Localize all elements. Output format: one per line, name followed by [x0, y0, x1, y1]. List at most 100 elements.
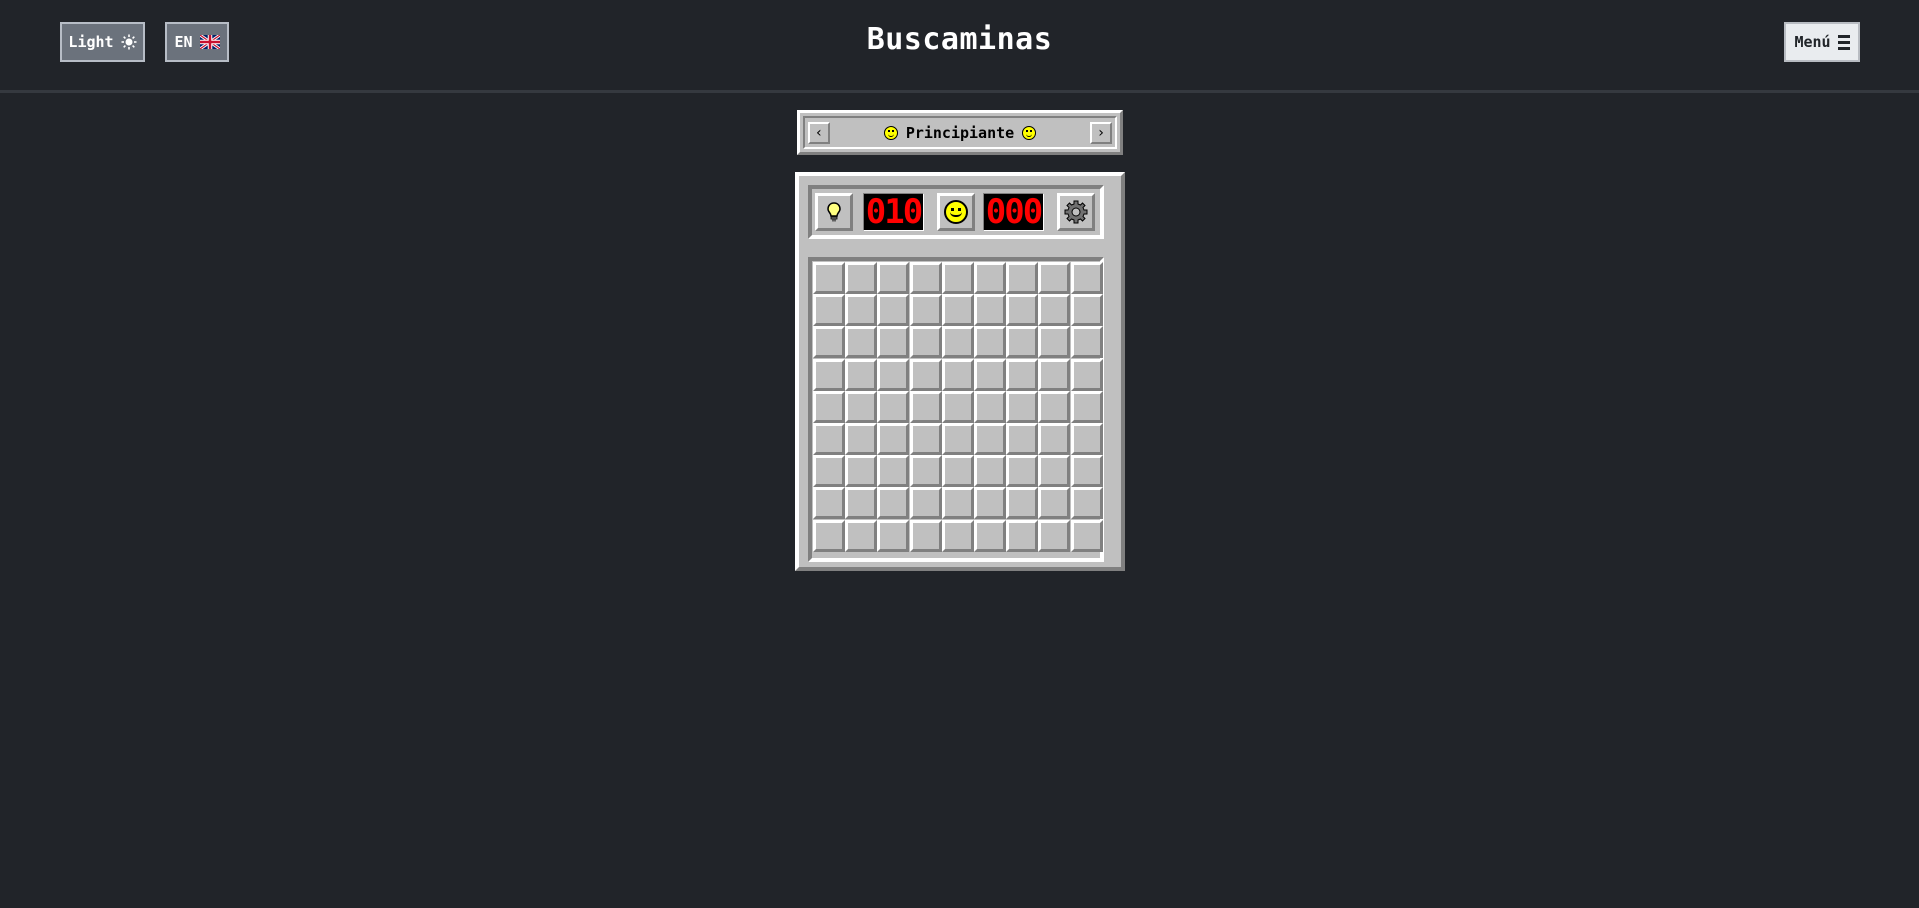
next-difficulty-button[interactable]: › — [1090, 121, 1112, 144]
mine-cell[interactable] — [974, 294, 1006, 327]
mine-cell[interactable] — [1006, 455, 1039, 488]
mine-cell[interactable] — [1038, 390, 1071, 423]
mine-cell[interactable] — [1038, 423, 1071, 455]
mine-cell[interactable] — [909, 262, 942, 294]
mine-cell[interactable] — [1038, 519, 1071, 552]
mine-cell[interactable] — [1006, 358, 1039, 391]
mine-cell[interactable] — [909, 455, 942, 488]
mine-cell[interactable] — [974, 519, 1006, 552]
mine-cell[interactable] — [877, 390, 910, 423]
reset-face-button[interactable] — [937, 193, 975, 231]
difficulty-display: Principiante — [883, 123, 1037, 142]
mine-cell[interactable] — [877, 262, 910, 294]
settings-button[interactable] — [1057, 193, 1095, 231]
mine-cell[interactable] — [1006, 326, 1039, 359]
mine-cell[interactable] — [941, 390, 974, 423]
mine-cell[interactable] — [877, 519, 910, 552]
difficulty-selector: ‹ Principiante › — [797, 110, 1123, 155]
mine-cell[interactable] — [941, 294, 974, 327]
mine-cell[interactable] — [1006, 487, 1039, 520]
mine-cell[interactable] — [974, 423, 1006, 455]
mine-cell[interactable] — [974, 262, 1006, 294]
mine-field — [808, 257, 1104, 562]
mine-cell[interactable] — [813, 487, 845, 520]
mine-cell[interactable] — [813, 455, 845, 488]
mine-cell[interactable] — [845, 294, 878, 327]
mine-cell[interactable] — [974, 455, 1006, 488]
mine-cell[interactable] — [974, 487, 1006, 520]
mine-cell[interactable] — [909, 519, 942, 552]
mine-cell[interactable] — [909, 326, 942, 359]
mine-cell[interactable] — [1038, 262, 1071, 294]
mine-cell[interactable] — [1038, 326, 1071, 359]
hint-button[interactable] — [815, 193, 853, 231]
mine-cell[interactable] — [941, 262, 974, 294]
mine-cell[interactable] — [877, 455, 910, 488]
menu-button-label: Menú — [1794, 33, 1831, 51]
mine-cell[interactable] — [974, 390, 1006, 423]
mine-cell[interactable] — [909, 423, 942, 455]
mine-cell[interactable] — [845, 423, 878, 455]
mine-cell[interactable] — [845, 326, 878, 359]
mine-cell[interactable] — [1038, 487, 1071, 520]
mine-cell[interactable] — [813, 358, 845, 391]
mine-cell[interactable] — [1038, 358, 1071, 391]
mine-cell[interactable] — [813, 262, 845, 294]
mine-cell[interactable] — [1070, 326, 1103, 359]
mine-cell[interactable] — [877, 294, 910, 327]
mine-cell[interactable] — [1006, 390, 1039, 423]
mine-cell[interactable] — [813, 326, 845, 359]
smiley-face-icon — [944, 200, 968, 224]
mine-cell[interactable] — [813, 519, 845, 552]
status-bar: 010 000 — [808, 185, 1104, 239]
mine-cell[interactable] — [877, 487, 910, 520]
mine-cell[interactable] — [845, 262, 878, 294]
chevron-left-icon: ‹ — [814, 124, 824, 141]
mine-cell[interactable] — [941, 423, 974, 455]
mine-cell[interactable] — [1070, 358, 1103, 391]
previous-difficulty-button[interactable]: ‹ — [808, 121, 830, 144]
hamburger-icon — [1837, 34, 1850, 50]
mine-cell[interactable] — [941, 487, 974, 520]
mine-cell[interactable] — [1006, 423, 1039, 455]
mine-cell[interactable] — [877, 358, 910, 391]
mine-cell[interactable] — [909, 390, 942, 423]
mine-cell[interactable] — [1070, 487, 1103, 520]
mine-cell[interactable] — [1070, 294, 1103, 327]
mine-cell[interactable] — [941, 326, 974, 359]
mine-cell[interactable] — [1070, 519, 1103, 552]
difficulty-label: Principiante — [905, 123, 1015, 142]
mine-cell[interactable] — [1070, 455, 1103, 488]
mine-cell[interactable] — [1070, 390, 1103, 423]
mine-cell[interactable] — [1038, 455, 1071, 488]
mine-cell[interactable] — [909, 487, 942, 520]
mine-cell[interactable] — [974, 358, 1006, 391]
mine-cell[interactable] — [877, 326, 910, 359]
mine-cell[interactable] — [813, 294, 845, 327]
lightbulb-icon — [827, 202, 841, 222]
mine-cell[interactable] — [845, 519, 878, 552]
smiley-icon — [1022, 125, 1037, 140]
mine-cell[interactable] — [813, 423, 845, 455]
mine-cell[interactable] — [845, 487, 878, 520]
mine-cell[interactable] — [1038, 294, 1071, 327]
mine-cell[interactable] — [909, 294, 942, 327]
mine-cell[interactable] — [1006, 262, 1039, 294]
mine-cell[interactable] — [941, 358, 974, 391]
page-title: Buscaminas — [866, 22, 1053, 57]
smiley-icon — [883, 125, 898, 140]
mine-cell[interactable] — [1070, 262, 1103, 294]
mine-cell[interactable] — [877, 423, 910, 455]
mine-cell[interactable] — [974, 326, 1006, 359]
mine-cell[interactable] — [941, 455, 974, 488]
mine-cell[interactable] — [845, 358, 878, 391]
mine-cell[interactable] — [845, 390, 878, 423]
mine-cell[interactable] — [1006, 294, 1039, 327]
mine-cell[interactable] — [941, 519, 974, 552]
mine-cell[interactable] — [909, 358, 942, 391]
mine-cell[interactable] — [1070, 423, 1103, 455]
mine-cell[interactable] — [1006, 519, 1039, 552]
menu-button[interactable]: Menú — [1784, 22, 1860, 62]
mine-cell[interactable] — [813, 390, 845, 423]
mine-cell[interactable] — [845, 455, 878, 488]
